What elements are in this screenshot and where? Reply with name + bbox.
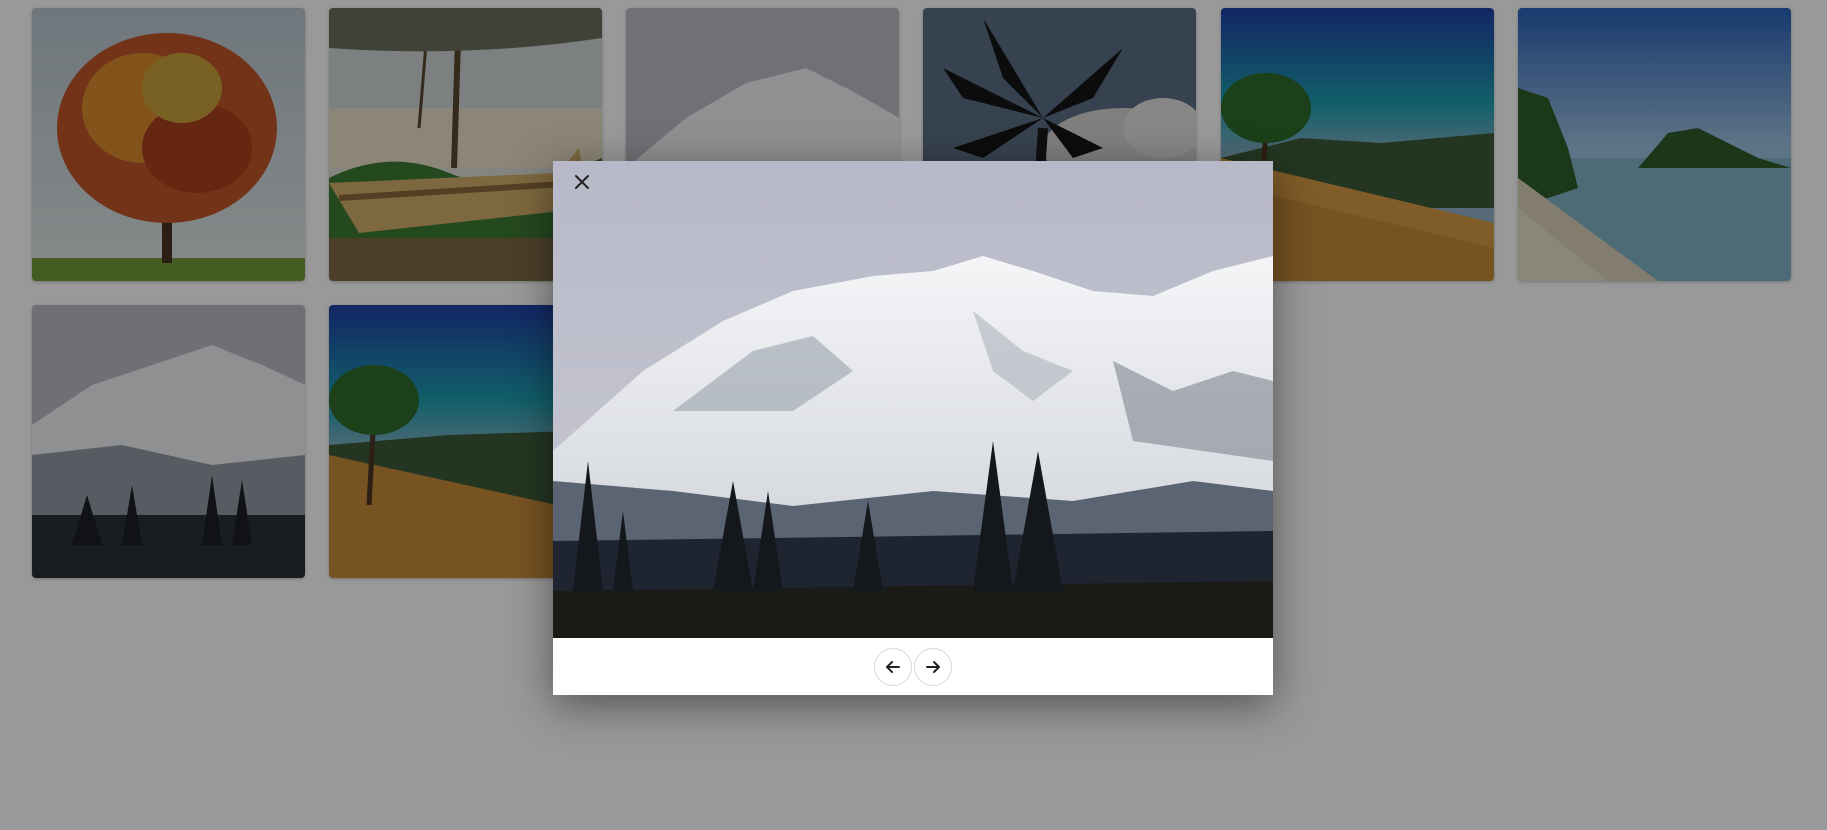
arrow-right-icon	[926, 660, 940, 673]
lightbox-footer	[553, 638, 1273, 695]
close-icon	[575, 175, 589, 189]
close-button[interactable]	[567, 167, 597, 197]
next-button[interactable]	[914, 647, 952, 686]
previous-button[interactable]	[874, 647, 912, 686]
arrow-left-icon	[886, 660, 900, 673]
lightbox-image-snowy-mountain	[553, 161, 1273, 638]
lightbox-modal	[553, 161, 1273, 695]
